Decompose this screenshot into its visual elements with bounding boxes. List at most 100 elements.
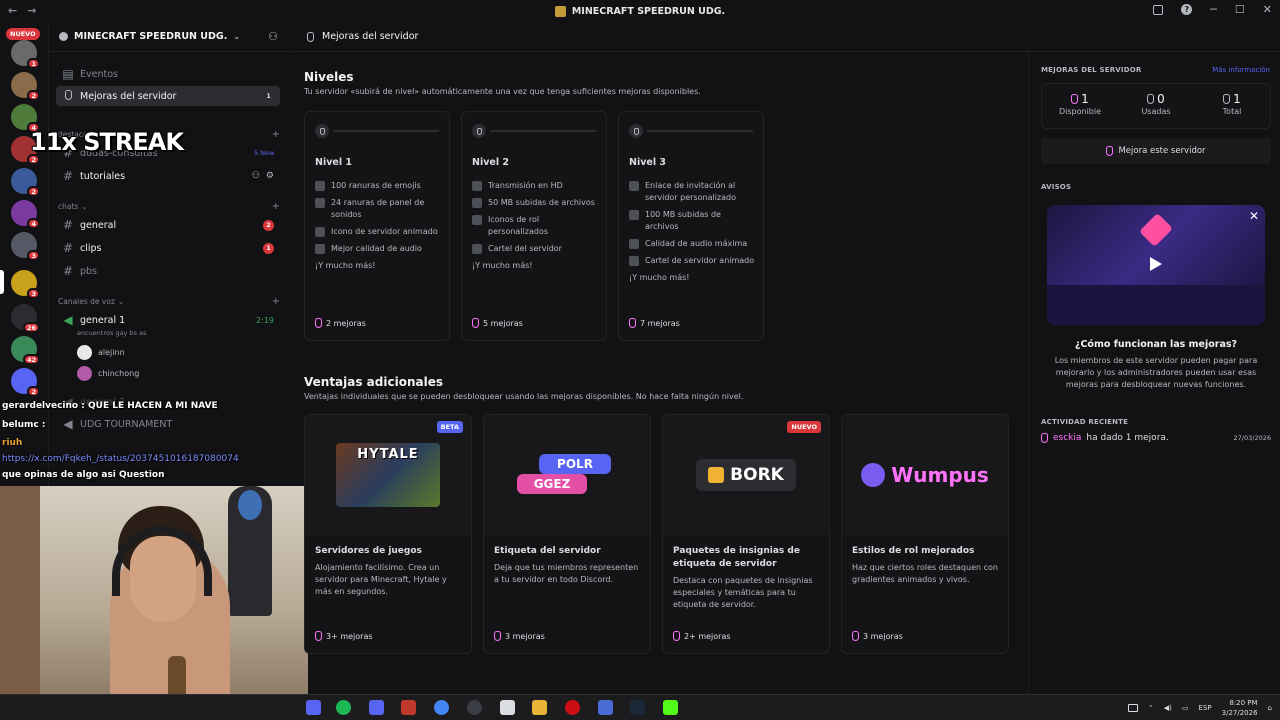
perk-card-role-styles[interactable]: Wumpus Estilos de rol mejorados Haz que …: [841, 414, 1009, 654]
level-perk: Cartel de servidor animado: [629, 255, 757, 267]
activity-item: esckia ha dado 1 mejora. 27/03/2026: [1041, 433, 1271, 443]
server-header[interactable]: MINECRAFT SPEEDRUN UDG. ⌄ ⚇: [49, 22, 288, 52]
server-icon[interactable]: 3: [11, 270, 40, 299]
server-badge: 42: [22, 354, 40, 365]
clock[interactable]: 8:20 PM 3/27/2026: [1222, 698, 1258, 718]
level-name: Nivel 1: [315, 157, 353, 168]
perk-description: Destaca con paquetes de insignias especi…: [673, 576, 813, 609]
channel-pbs[interactable]: # pbs: [56, 261, 280, 281]
opera-icon[interactable]: [565, 700, 580, 715]
steam-icon[interactable]: [630, 700, 645, 715]
notification-icon[interactable]: ⌂: [1268, 704, 1272, 712]
soundboard-icon: [315, 198, 325, 208]
perk-boost-count: 3 mejoras: [494, 631, 545, 641]
server-icon[interactable]: 42: [11, 336, 40, 365]
video-card[interactable]: ✕: [1047, 205, 1265, 325]
perk-card-server-tag[interactable]: POLR GGEZ Etiqueta del servidor Deja que…: [483, 414, 651, 654]
minimize-icon[interactable]: ─: [1210, 3, 1217, 16]
help-icon[interactable]: ?: [1181, 4, 1193, 15]
server-icon[interactable]: 26: [11, 304, 40, 333]
channel-tutoriales[interactable]: # tutoriales ⚇ ⚙: [56, 166, 280, 186]
levels-subtitle: Tu servidor «subirá de nivel» automática…: [304, 87, 701, 96]
channel-label: general: [80, 219, 117, 231]
gif-icon: [315, 227, 325, 237]
user-name: alejinn: [98, 348, 125, 357]
window-controls: ? ─ ☐ ✕: [1153, 3, 1272, 16]
play-icon[interactable]: [1150, 257, 1162, 271]
speaker-icon: ◀: [63, 417, 73, 431]
upload-icon: [629, 210, 639, 220]
close-icon[interactable]: ✕: [1249, 209, 1259, 223]
boost-server-button[interactable]: Mejora este servidor: [1041, 138, 1271, 164]
folder-icon[interactable]: [532, 700, 547, 715]
role-icon: [472, 215, 482, 225]
obs-icon[interactable]: [467, 700, 482, 715]
app-icon[interactable]: [500, 700, 515, 715]
new-badge: NUEVO: [6, 28, 40, 40]
perk-card-badge-packs[interactable]: NUEVO BORK Paquetes de insignias de etiq…: [662, 414, 830, 654]
gear-icon[interactable]: ⚙: [266, 171, 274, 181]
close-icon[interactable]: ✕: [1263, 3, 1272, 16]
inbox-icon[interactable]: [1153, 4, 1164, 15]
voice-channel-udg-tournament[interactable]: ◀ UDG TOURNAMENT: [56, 414, 280, 434]
bottle: [168, 656, 186, 694]
right-sidebar: MEJORAS DEL SERVIDOR Más información 1 D…: [1028, 53, 1280, 694]
spotify-icon[interactable]: [336, 700, 351, 715]
level-perk: Mejor calidad de audio: [315, 243, 443, 255]
wumpus-icon: [861, 463, 886, 487]
app-icon[interactable]: [401, 700, 416, 715]
server-icon[interactable]: 2: [11, 72, 40, 101]
more-info-link[interactable]: Más información: [1212, 66, 1270, 74]
server-icon[interactable]: 2: [11, 368, 40, 397]
server-icon[interactable]: 3: [11, 232, 40, 261]
server-icon[interactable]: 1: [11, 40, 40, 69]
channel-general[interactable]: # general 2: [56, 215, 280, 235]
voice-channel-general-1[interactable]: ◀ general 1 2:19: [56, 310, 280, 330]
boosts-header: MEJORAS DEL SERVIDOR: [1041, 66, 1142, 74]
server-icon[interactable]: 2: [11, 168, 40, 197]
forward-arrow-icon[interactable]: →: [27, 4, 36, 17]
boost-gem-icon: [1223, 94, 1231, 104]
chevron-up-icon[interactable]: ⌃: [1148, 704, 1154, 712]
hash-icon: #: [62, 264, 74, 278]
server-icon[interactable]: 4: [11, 200, 40, 229]
level-more: ¡Y mucho más!: [472, 261, 533, 270]
maximize-icon[interactable]: ☐: [1235, 3, 1245, 16]
channel-events[interactable]: ▤ Eventos: [56, 64, 280, 84]
language-indicator[interactable]: ESP: [1199, 704, 1212, 712]
add-channel-icon[interactable]: +: [272, 129, 280, 140]
app-icon[interactable]: [598, 700, 613, 715]
level-perk-list: 100 ranuras de emojis 24 ranuras de pane…: [315, 180, 443, 277]
new-messages-tag: 5 New: [254, 149, 275, 157]
add-channel-icon[interactable]: +: [272, 296, 280, 307]
activity-user[interactable]: esckia: [1053, 433, 1081, 443]
video-title: ¿Cómo funcionan las mejoras?: [1074, 339, 1238, 350]
category-chats[interactable]: chats ⌄ +: [58, 201, 280, 212]
channel-server-boosts[interactable]: Mejoras del servidor 1: [56, 86, 280, 106]
perk-card-game-servers[interactable]: BETA HYTALE Servidores de juegos Alojami…: [304, 414, 472, 654]
kick-icon[interactable]: [663, 700, 678, 715]
voice-user[interactable]: alejinn: [77, 345, 125, 360]
server-icon[interactable]: 4: [11, 104, 40, 133]
network-icon[interactable]: ▭: [1182, 704, 1189, 712]
app-icon[interactable]: [306, 700, 321, 715]
calendar-icon: ▤: [62, 67, 74, 81]
main-header: Mejoras del servidor: [289, 22, 1280, 52]
back-arrow-icon[interactable]: ←: [8, 4, 17, 17]
perk-title: Etiqueta del servidor: [494, 546, 601, 556]
discord-icon[interactable]: [369, 700, 384, 715]
level-more: ¡Y mucho más!: [315, 261, 376, 270]
chrome-icon[interactable]: [434, 700, 449, 715]
add-channel-icon[interactable]: +: [272, 201, 280, 212]
invite-icon[interactable]: ⚇: [252, 171, 260, 181]
channel-clips[interactable]: # clips 1: [56, 238, 280, 258]
chat-user: gerardelvecino: [2, 401, 79, 411]
keyboard-icon[interactable]: [1127, 704, 1138, 712]
volume-icon[interactable]: ◀): [1164, 704, 1172, 712]
level-card-1: Nivel 1 100 ranuras de emojis 24 ranuras…: [304, 111, 450, 341]
channel-label: general 1: [80, 314, 126, 326]
category-voice[interactable]: Canales de voz ⌄ +: [58, 296, 280, 307]
add-member-icon[interactable]: ⚇: [268, 30, 278, 43]
level-perk: Calidad de audio máxima: [629, 238, 757, 250]
voice-user[interactable]: chinchong: [77, 366, 139, 381]
